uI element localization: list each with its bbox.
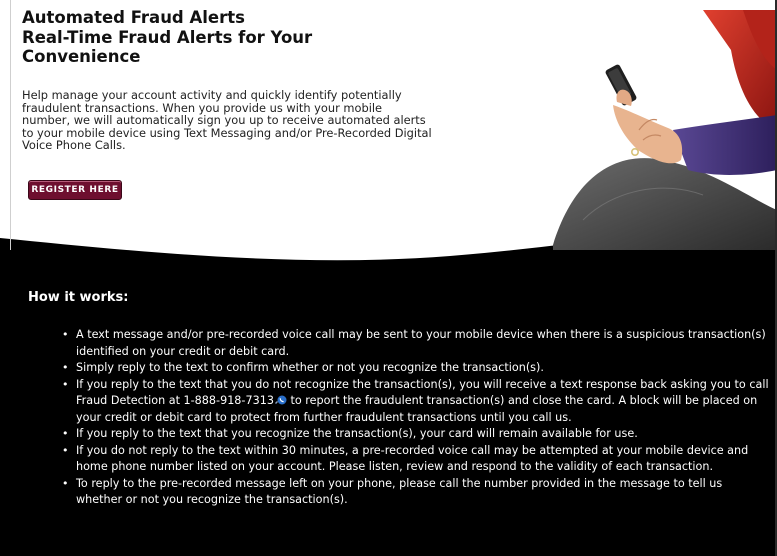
title-line-1: Automated Fraud Alerts <box>22 8 245 27</box>
how-it-works-list: A text message and/or pre-recorded voice… <box>20 327 770 509</box>
list-item: To reply to the pre-recorded message lef… <box>62 476 770 509</box>
woman-with-phone-image <box>553 10 777 250</box>
phone-icon[interactable] <box>274 394 287 406</box>
list-item: If you reply to the text that you do not… <box>62 377 770 427</box>
title-line-2: Real-Time Fraud Alerts for Your <box>22 27 313 47</box>
hero-left-border <box>10 0 11 250</box>
list-item: If you reply to the text that you recogn… <box>62 426 770 443</box>
hero-section: Automated Fraud Alerts Real-Time Fraud A… <box>0 0 777 262</box>
page-title: Automated Fraud Alerts Real-Time Fraud A… <box>22 8 312 67</box>
list-item: Simply reply to the text to confirm whet… <box>62 360 770 377</box>
intro-paragraph: Help manage your account activity and qu… <box>22 88 432 153</box>
register-here-button[interactable]: Register Here <box>28 180 122 200</box>
how-it-works-heading: How it works: <box>28 290 129 305</box>
fraud-phone-number[interactable]: 1-888-918-7313 <box>184 394 274 407</box>
list-item: If you do not reply to the text within 3… <box>62 443 770 476</box>
title-line-3: Convenience <box>22 47 141 66</box>
list-item: A text message and/or pre-recorded voice… <box>62 327 770 360</box>
